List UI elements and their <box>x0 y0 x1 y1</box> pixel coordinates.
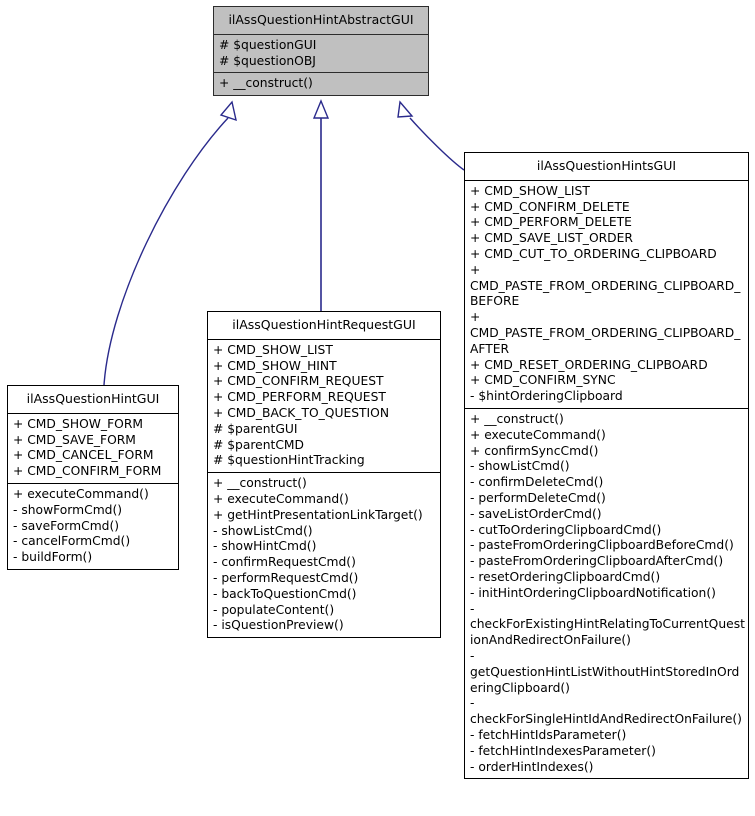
class-operation: - saveFormCmd() <box>13 518 120 533</box>
class-operation: - cutToOrderingClipboardCmd() <box>470 522 662 537</box>
class-attribute: + CMD_PERFORM_REQUEST <box>213 390 386 405</box>
class-title: ilAssQuestionHintRequestGUI <box>232 317 416 332</box>
class-attribute: + CMD_CUT_TO_ORDERING_CLIPBOARD <box>470 247 717 262</box>
inheritance-edge-request <box>312 99 330 311</box>
class-operations: + __construct() + executeCommand() + get… <box>208 473 440 637</box>
class-attribute: + CMD_CONFIRM_SYNC <box>470 373 616 388</box>
class-operation: + executeCommand() <box>213 492 349 507</box>
class-attribute: + CMD_PASTE_FROM_ORDERING_CLIPBOARD_AFTE… <box>470 310 741 356</box>
class-operation: + executeCommand() <box>13 487 149 502</box>
class-attribute: # $parentCMD <box>213 437 305 452</box>
class-operation: - performDeleteCmd() <box>470 491 606 506</box>
class-attribute: + CMD_CONFIRM_DELETE <box>470 199 630 214</box>
class-operation: - showListCmd() <box>213 523 313 538</box>
class-box-ilassquestionhintrequestgui[interactable]: ilAssQuestionHintRequestGUI + CMD_SHOW_L… <box>207 311 441 639</box>
class-operation: + confirmSyncCmd() <box>470 443 599 458</box>
class-operation: - orderHintIndexes() <box>470 759 594 774</box>
class-operation: - showFormCmd() <box>13 502 123 517</box>
class-box-ilassquestionhintgui[interactable]: ilAssQuestionHintGUI + CMD_SHOW_FORM + C… <box>7 385 179 571</box>
class-operation: - fetchHintIdsParameter() <box>470 727 627 742</box>
class-title: ilAssQuestionHintsGUI <box>536 158 677 173</box>
class-attribute: + CMD_SHOW_HINT <box>213 358 337 373</box>
class-operation: + executeCommand() <box>470 427 606 442</box>
class-attribute: # $parentGUI <box>213 421 298 436</box>
class-operation: + getHintPresentationLinkTarget() <box>213 507 423 522</box>
class-operation: - isQuestionPreview() <box>213 618 344 633</box>
class-attribute: + CMD_BACK_TO_QUESTION <box>213 406 390 421</box>
class-operation: - backToQuestionCmd() <box>213 586 357 601</box>
class-operation: - confirmRequestCmd() <box>213 555 356 570</box>
class-operation: - cancelFormCmd() <box>13 534 131 549</box>
class-operation: + __construct() <box>213 476 307 491</box>
class-attribute: # $questionGUI <box>219 37 317 52</box>
class-attribute: - $hintOrderingClipboard <box>470 389 623 404</box>
class-attribute: # $questionOBJ <box>219 53 316 68</box>
inheritance-edge-hints <box>397 100 465 171</box>
class-attributes: + CMD_SHOW_LIST + CMD_CONFIRM_DELETE + C… <box>465 181 748 408</box>
class-box-ilassquestionhintsgui[interactable]: ilAssQuestionHintsGUI + CMD_SHOW_LIST + … <box>464 152 749 780</box>
class-title: ilAssQuestionHintGUI <box>26 391 160 406</box>
class-attributes: # $questionGUI # $questionOBJ <box>214 35 428 73</box>
class-attributes: + CMD_SHOW_LIST + CMD_SHOW_HINT + CMD_CO… <box>208 340 440 472</box>
class-attribute: + CMD_PASTE_FROM_ORDERING_CLIPBOARD_BEFO… <box>470 262 741 309</box>
class-attributes: + CMD_SHOW_FORM + CMD_SAVE_FORM + CMD_CA… <box>8 414 178 483</box>
class-attribute: + CMD_SHOW_LIST <box>470 183 590 198</box>
class-operation: + __construct() <box>219 76 313 91</box>
class-operation: - checkForSingleHintIdAndRedirectOnFailu… <box>470 696 742 727</box>
class-attribute: # $questionHintTracking <box>213 453 365 468</box>
class-operation: + __construct() <box>470 412 564 427</box>
class-operation: - performRequestCmd() <box>213 571 359 586</box>
class-attribute: + CMD_SHOW_FORM <box>13 416 143 431</box>
class-operation: - buildForm() <box>13 550 93 565</box>
class-box-ilassquestionhintabstractgui[interactable]: ilAssQuestionHintAbstractGUI # $question… <box>213 6 429 97</box>
class-operation: - showListCmd() <box>470 459 570 474</box>
class-operation: - confirmDeleteCmd() <box>470 475 604 490</box>
class-attribute: + CMD_SHOW_LIST <box>213 342 333 357</box>
class-attribute: + CMD_CONFIRM_FORM <box>13 464 162 479</box>
class-operation: - saveListOrderCmd() <box>470 506 602 521</box>
uml-class-diagram: ilAssQuestionHintAbstractGUI # $question… <box>0 0 755 816</box>
class-operation: - checkForExistingHintRelatingToCurrentQ… <box>470 601 745 648</box>
class-attribute: + CMD_PERFORM_DELETE <box>470 215 632 230</box>
class-attribute: + CMD_CANCEL_FORM <box>13 448 154 463</box>
class-operations: + __construct() + executeCommand() + con… <box>465 409 748 778</box>
class-attribute: + CMD_RESET_ORDERING_CLIPBOARD <box>470 357 708 372</box>
class-operation: - fetchHintIndexesParameter() <box>470 743 656 758</box>
class-operation: - showHintCmd() <box>213 539 317 554</box>
class-operation: - pasteFromOrderingClipboardBeforeCmd() <box>470 538 734 553</box>
class-operation: - resetOrderingClipboardCmd() <box>470 570 661 584</box>
class-operation: - getQuestionHintListWithoutHintStoredIn… <box>470 648 740 695</box>
class-operations: + executeCommand() - showFormCmd() - sav… <box>8 484 178 569</box>
class-operation: - populateContent() <box>213 602 335 617</box>
class-attribute: + CMD_CONFIRM_REQUEST <box>213 374 384 389</box>
class-attribute: + CMD_SAVE_FORM <box>13 432 136 447</box>
class-title: ilAssQuestionHintAbstractGUI <box>228 12 414 27</box>
class-operations: + __construct() <box>214 73 428 95</box>
class-operation: - initHintOrderingClipboardNotification(… <box>470 585 716 600</box>
class-operation: - pasteFromOrderingClipboardAfterCmd() <box>470 554 724 569</box>
class-attribute: + CMD_SAVE_LIST_ORDER <box>470 231 633 246</box>
